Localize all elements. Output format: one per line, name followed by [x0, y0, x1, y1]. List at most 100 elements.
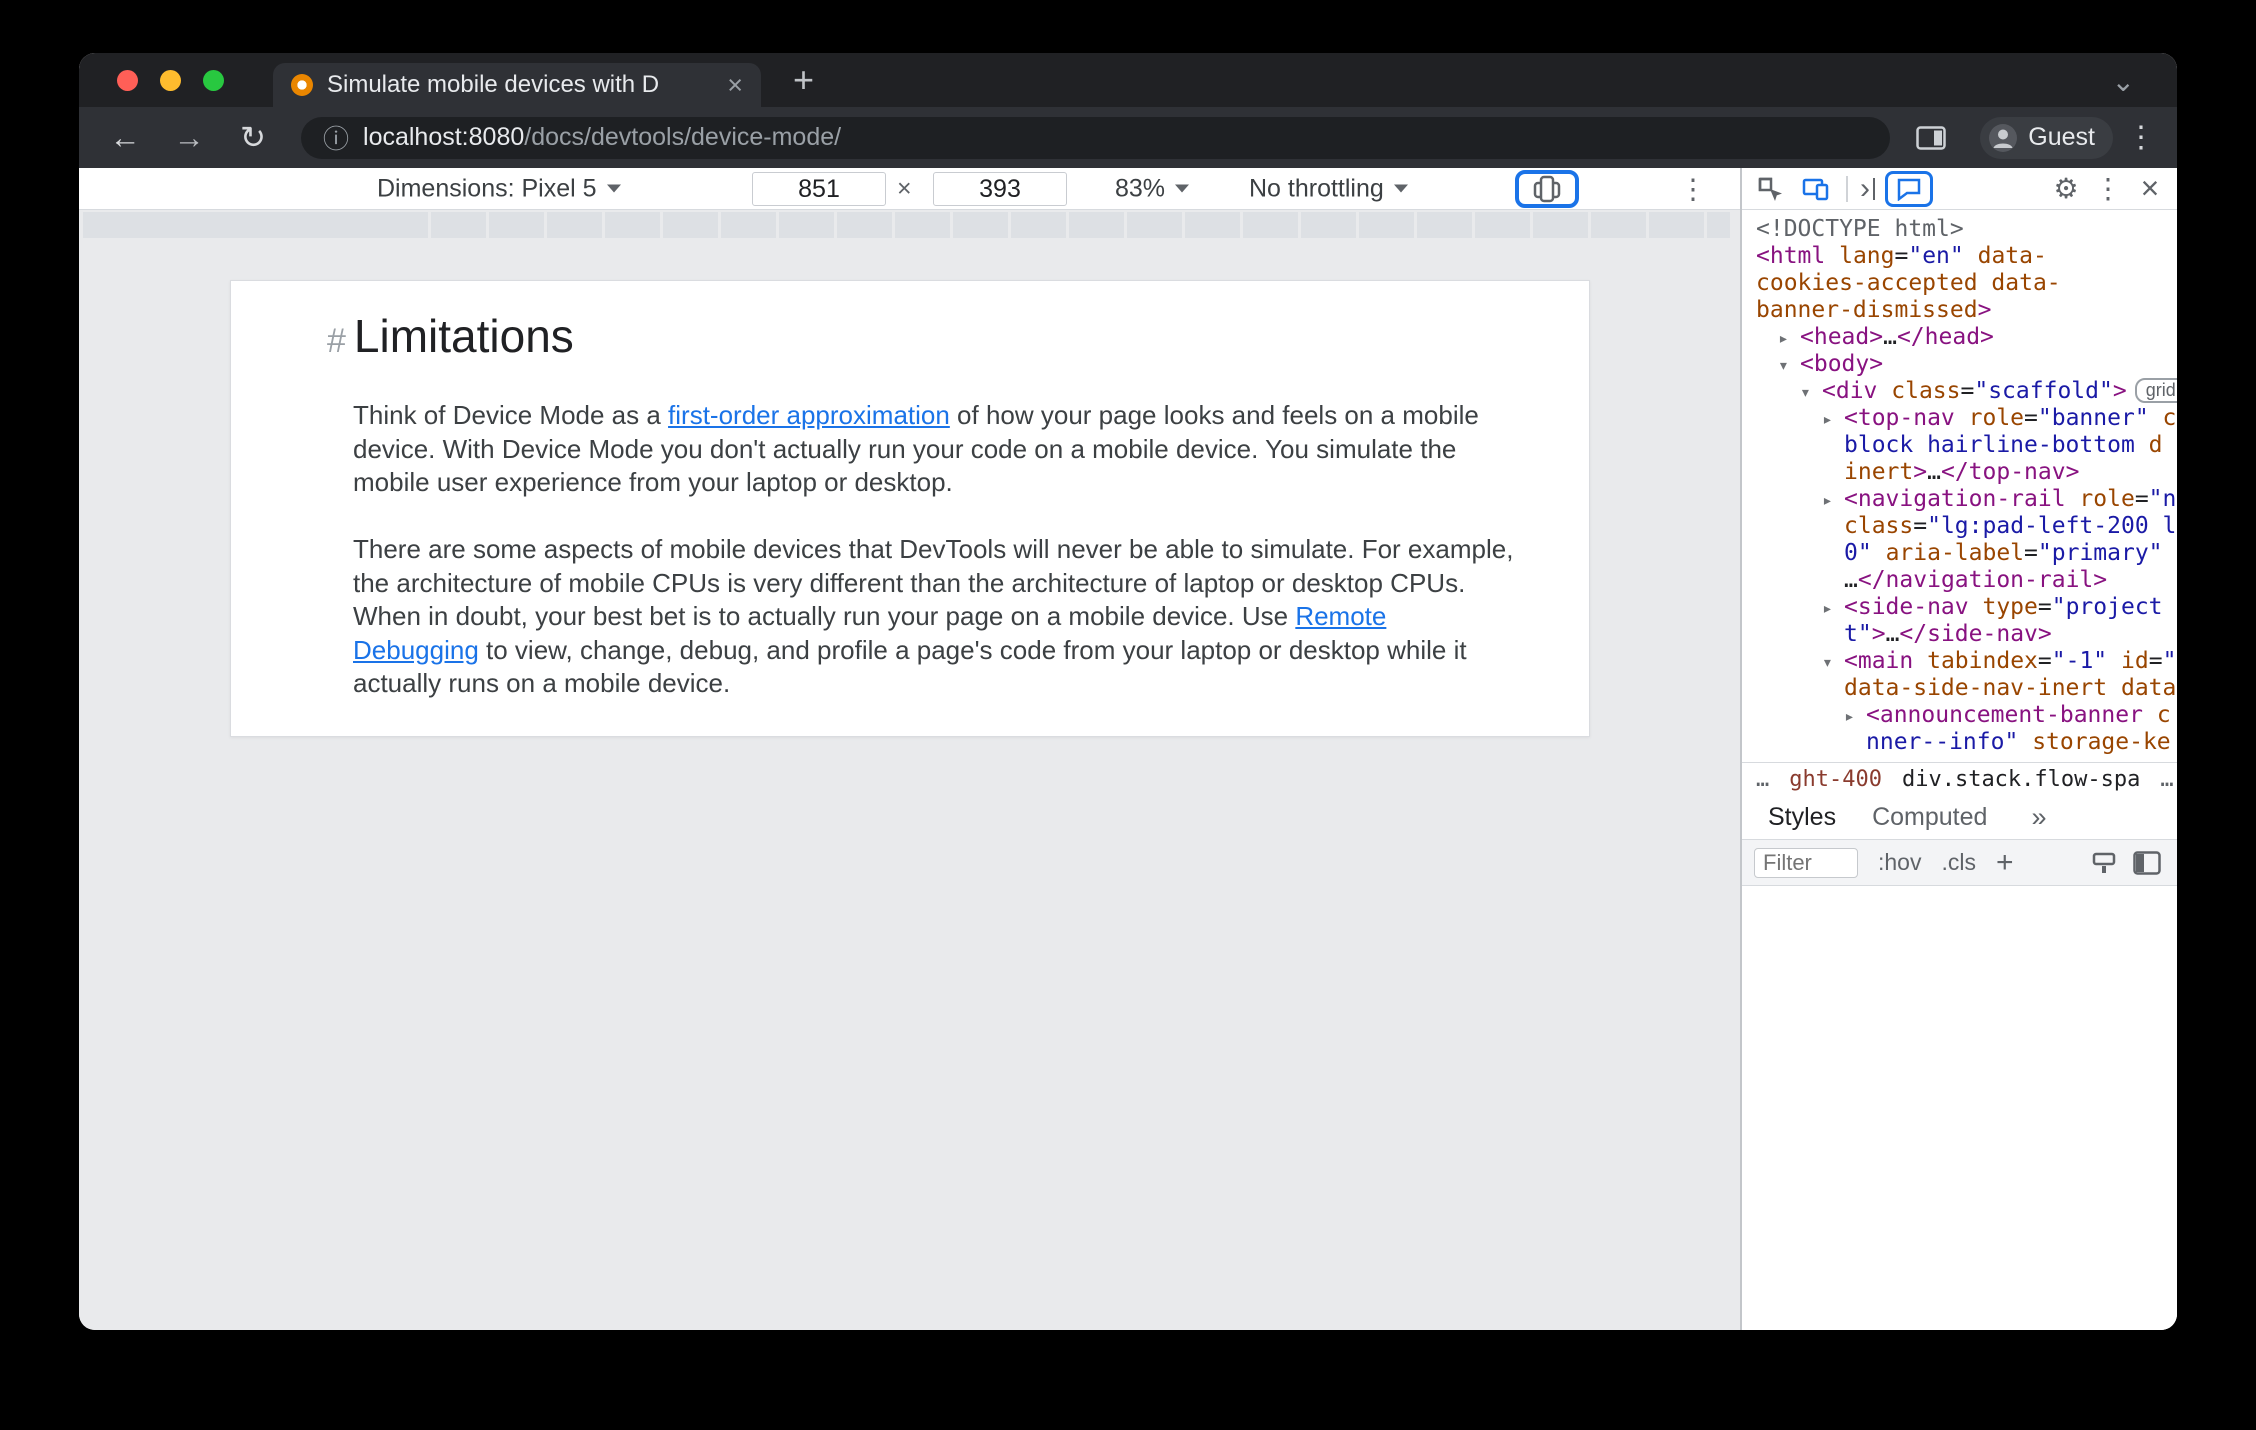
- devtools-menu-button[interactable]: ⋮: [2091, 172, 2125, 205]
- breadcrumb-item[interactable]: ght-400: [1789, 767, 1882, 792]
- browser-tab[interactable]: Simulate mobile devices with D ×: [273, 63, 761, 107]
- dom-tree-node[interactable]: ▸ <side-nav type="project: [1742, 594, 2177, 621]
- chevron-right-icon[interactable]: ›: [1860, 172, 1875, 206]
- dom-tree-node[interactable]: 0" aria-label="primary": [1742, 540, 2177, 567]
- browser-menu-button[interactable]: ⋮: [2123, 120, 2159, 155]
- traffic-lights: [117, 70, 224, 91]
- forward-button[interactable]: →: [167, 120, 211, 156]
- dom-tree-node[interactable]: nner--info" storage-ke: [1742, 729, 2177, 756]
- styles-filter-input[interactable]: [1754, 847, 1858, 878]
- rendering-emulation-icon[interactable]: [2091, 850, 2117, 876]
- dom-tree-node[interactable]: t">…</side-nav>: [1742, 621, 2177, 648]
- doc-text: Think of Device Mode as a: [353, 400, 669, 430]
- heading-anchor-hash[interactable]: #: [327, 322, 346, 361]
- code-token: </navigation-rail>: [1857, 567, 2108, 593]
- height-input[interactable]: [933, 172, 1067, 206]
- inspect-element-button[interactable]: [1752, 171, 1788, 207]
- address-bar[interactable]: ⓘ localhost:8080/docs/devtools/device-mo…: [301, 116, 1891, 159]
- collapse-arrow-icon[interactable]: ▾: [1778, 352, 1800, 378]
- dom-tree-node[interactable]: ▸ <head>…</head>: [1742, 324, 2177, 351]
- avatar-icon: [1989, 123, 2018, 152]
- code-token: "project: [2051, 594, 2163, 620]
- throttling-select[interactable]: No throttling: [1249, 174, 1408, 203]
- url-host: localhost:8080: [363, 123, 525, 151]
- width-input[interactable]: [752, 172, 886, 206]
- code-token: <navigation-rail: [1844, 486, 2066, 512]
- settings-gear-icon[interactable]: ⚙: [2049, 172, 2083, 205]
- dom-tree-node[interactable]: class="lg:pad-left-200 l: [1742, 513, 2177, 540]
- expand-arrow-icon[interactable]: ▸: [1822, 595, 1844, 621]
- ai-assistance-tab[interactable]: [1885, 170, 1933, 207]
- reload-button[interactable]: ↻: [231, 120, 275, 156]
- toggle-element-state-button[interactable]: :hov: [1878, 849, 1921, 876]
- device-toolbar-menu-button[interactable]: ⋮: [1679, 172, 1707, 205]
- new-style-rule-button[interactable]: +: [1996, 846, 2014, 880]
- sidebar-toggle-icon[interactable]: [2133, 850, 2161, 875]
- dom-tree-node[interactable]: ▸ <navigation-rail role="n: [1742, 486, 2177, 513]
- zoom-value: 83%: [1115, 174, 1166, 202]
- code-token: aria-label: [1885, 540, 2025, 566]
- profile-button[interactable]: Guest: [1980, 116, 2113, 159]
- dom-tree-node[interactable]: banner-dismissed>: [1742, 297, 2177, 324]
- site-info-icon[interactable]: ⓘ: [323, 119, 349, 156]
- dom-tree-node[interactable]: ▸ <announcement-banner c: [1742, 702, 2177, 729]
- dom-tree-node[interactable]: cookies-accepted data-: [1742, 270, 2177, 297]
- devtools-panel: › ⚙ ⋮ × <!DOCTYPE html> <html lang="en" d…: [1740, 168, 2177, 1330]
- doc-link[interactable]: first-order approximation: [668, 400, 950, 430]
- dom-tree-node[interactable]: <html lang="en" data-: [1742, 243, 2177, 270]
- devtools-close-button[interactable]: ×: [2133, 170, 2167, 207]
- new-tab-button[interactable]: +: [793, 57, 814, 103]
- code-token: 0": [1844, 540, 1872, 566]
- chat-bubble-icon: [1897, 178, 1921, 201]
- breadcrumb-overflow-right[interactable]: …: [2160, 767, 2173, 792]
- code-token: data-side-nav-inert: [1844, 675, 2108, 701]
- back-button[interactable]: ←: [103, 120, 147, 156]
- rotate-button[interactable]: [1531, 173, 1563, 205]
- expand-arrow-icon[interactable]: ▸: [1778, 325, 1800, 351]
- dom-tree-node[interactable]: block hairline-bottom d: [1742, 432, 2177, 459]
- grid-badge[interactable]: grid: [2134, 378, 2177, 403]
- dom-tree-node[interactable]: <!DOCTYPE html>: [1742, 216, 2177, 243]
- code-token: "lg:pad-left-200 l: [1927, 513, 2177, 539]
- collapse-arrow-icon[interactable]: ▾: [1822, 649, 1844, 675]
- more-tabs-button[interactable]: »: [2031, 802, 2046, 833]
- code-token: "n: [2148, 486, 2177, 512]
- code-token: <div: [1822, 378, 1878, 404]
- zoom-select[interactable]: 83%: [1115, 174, 1190, 203]
- browser-window: Simulate mobile devices with D × + ⌄ ← →…: [79, 53, 2177, 1330]
- tab-styles[interactable]: Styles: [1750, 803, 1854, 832]
- device-mode-button[interactable]: [1798, 171, 1834, 207]
- code-token: id: [2121, 648, 2149, 674]
- tab-search-chevron-icon[interactable]: ⌄: [2112, 65, 2135, 98]
- breadcrumb-item[interactable]: div.stack.flow-spa: [1902, 767, 2140, 792]
- code-token: block hairline-bottom: [1844, 432, 2135, 458]
- zoom-window-button[interactable]: [203, 70, 224, 91]
- url-text: localhost:8080/docs/devtools/device-mode…: [363, 123, 841, 152]
- filter-bar-icons: [2091, 850, 2165, 876]
- side-panel-button[interactable]: [1916, 125, 1956, 150]
- code-token: <!DOCTYPE html>: [1756, 216, 1964, 242]
- dom-tree-node[interactable]: data-side-nav-inert data: [1742, 675, 2177, 702]
- code-token: </head>: [1896, 324, 1994, 350]
- dom-tree-node[interactable]: ▾ <body>: [1742, 351, 2177, 378]
- element-classes-button[interactable]: .cls: [1941, 849, 1976, 876]
- collapse-arrow-icon[interactable]: ▾: [1800, 379, 1822, 405]
- styles-filter-bar: :hov .cls +: [1742, 840, 2177, 886]
- expand-arrow-icon[interactable]: ▸: [1822, 406, 1844, 432]
- device-select[interactable]: Dimensions: Pixel 5: [377, 174, 621, 203]
- tab-computed[interactable]: Computed: [1854, 803, 2005, 832]
- dom-tree-node[interactable]: ▸ <top-nav role="banner" c: [1742, 405, 2177, 432]
- expand-arrow-icon[interactable]: ▸: [1844, 703, 1866, 729]
- code-token: "primary": [2037, 540, 2163, 566]
- dom-tree-node[interactable]: inert>…</top-nav>: [1742, 459, 2177, 486]
- tab-close-icon[interactable]: ×: [727, 71, 743, 99]
- close-window-button[interactable]: [117, 70, 138, 91]
- minimize-window-button[interactable]: [160, 70, 181, 91]
- dom-tree-node[interactable]: ▾ <div class="scaffold"> grid: [1742, 378, 2177, 405]
- dom-tree-node[interactable]: ▾ <main tabindex="-1" id=": [1742, 648, 2177, 675]
- breadcrumb-overflow-left[interactable]: …: [1756, 767, 1769, 792]
- dom-tree-node[interactable]: …</navigation-rail>: [1742, 567, 2177, 594]
- expand-arrow-icon[interactable]: ▸: [1822, 487, 1844, 513]
